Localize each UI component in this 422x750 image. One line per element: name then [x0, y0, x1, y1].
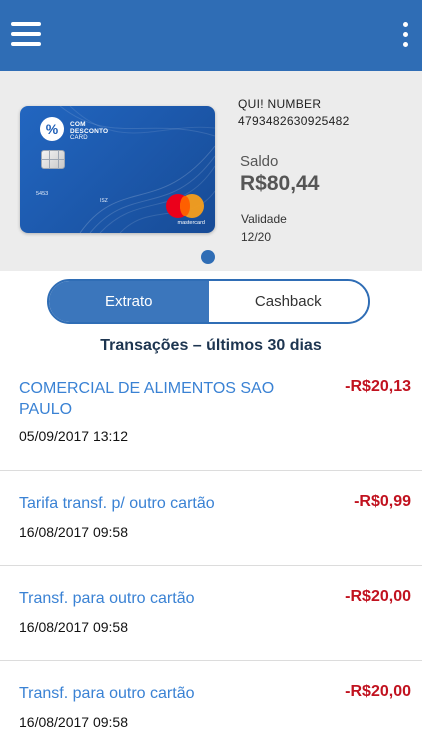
card-number: 4793482630925482: [238, 114, 350, 128]
card-brand-line2: DESCONTO: [70, 128, 109, 135]
transaction-description: Transf. para outro cartão: [19, 590, 195, 607]
balance-value: R$80,44: [240, 172, 320, 195]
card-chip-icon: [41, 150, 65, 169]
transaction-amount: -R$20,13: [345, 378, 411, 395]
section-title: Transações – últimos 30 dias: [100, 337, 322, 354]
transaction-row[interactable]: Transf. para outro cartão -R$20,00 16/08…: [0, 566, 422, 661]
expiry-label: Validade: [241, 212, 287, 226]
transaction-amount: -R$20,00: [345, 683, 411, 700]
credit-card-image[interactable]: % COM DESCONTO CARD 5453 ISZ mastercard: [20, 106, 215, 233]
hamburger-menu-icon[interactable]: [11, 22, 43, 48]
transaction-datetime: 05/09/2017 13:12: [19, 428, 128, 444]
transaction-datetime: 16/08/2017 09:58: [19, 524, 128, 540]
card-brand-line1: COM: [70, 121, 86, 128]
card-printed-number: 5453: [36, 191, 49, 197]
app-bar: [0, 0, 422, 71]
transaction-datetime: 16/08/2017 09:58: [19, 619, 128, 635]
transaction-description: Tarifa transf. p/ outro cartão: [19, 495, 215, 512]
transaction-row[interactable]: Transf. para outro cartão -R$20,00 16/08…: [0, 661, 422, 750]
transaction-row[interactable]: Tarifa transf. p/ outro cartão -R$0,99 1…: [0, 471, 422, 566]
transaction-amount: -R$0,99: [354, 493, 411, 510]
card-mid-text: ISZ: [100, 198, 108, 204]
balance-label: Saldo: [240, 153, 279, 170]
segmented-tabs: Extrato Cashback: [47, 279, 370, 324]
tab-cashback[interactable]: Cashback: [208, 281, 368, 322]
carousel-page-indicator[interactable]: [201, 250, 215, 264]
transaction-row[interactable]: COMERCIAL DE ALIMENTOS SAO PAULO -R$20,1…: [0, 366, 422, 471]
card-brand-line3: CARD: [70, 135, 88, 141]
more-vertical-icon[interactable]: [400, 22, 410, 50]
card-brand-logo: %: [40, 117, 64, 141]
transaction-list: COMERCIAL DE ALIMENTOS SAO PAULO -R$20,1…: [0, 366, 422, 750]
card-info: QUI! NUMBER 4793482630925482: [238, 97, 350, 128]
expiry-value: 12/20: [241, 230, 272, 244]
card-panel: % COM DESCONTO CARD 5453 ISZ mastercard …: [0, 71, 422, 271]
card-brand-name: COM DESCONTO CARD: [70, 121, 108, 142]
transaction-datetime: 16/08/2017 09:58: [19, 714, 128, 730]
tab-extrato[interactable]: Extrato: [49, 281, 209, 322]
transaction-amount: -R$20,00: [345, 588, 411, 605]
card-holder-name: QUI! NUMBER: [238, 97, 322, 111]
transaction-description: COMERCIAL DE ALIMENTOS SAO PAULO: [19, 380, 275, 418]
transaction-description: Transf. para outro cartão: [19, 685, 195, 702]
card-network-label: mastercard: [177, 220, 205, 226]
mastercard-logo-icon: [165, 194, 207, 220]
